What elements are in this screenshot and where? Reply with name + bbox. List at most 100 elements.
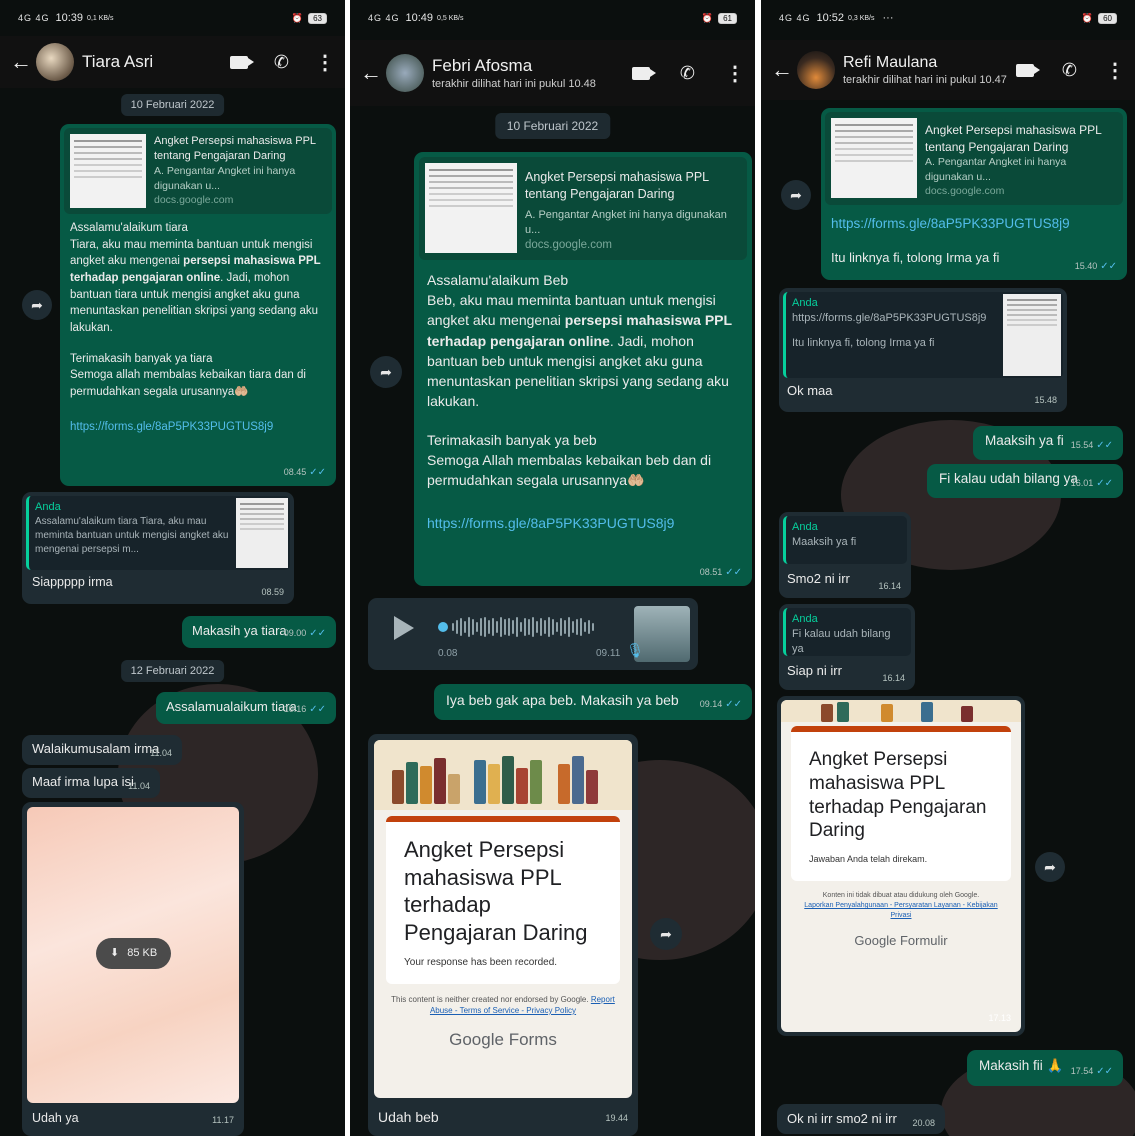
menu-dots-icon[interactable]: ⋮	[315, 50, 335, 75]
download-size: 85 KB	[127, 947, 158, 959]
message-bubble-incoming[interactable]: Anda Fi kalau udah bilang ya Siap ni irr…	[779, 604, 915, 690]
date-separator: 10 Februari 2022	[494, 113, 611, 139]
forward-icon[interactable]: ➦	[1035, 852, 1065, 882]
chat-header: ← Tiara Asri ✆ ⋮	[0, 36, 345, 88]
form-link[interactable]: https://forms.gle/8aP5PK33PUGTUS8j9	[427, 513, 739, 533]
form-confirmation-card: Angket Persepsi mahasiswa PPL terhadap P…	[386, 816, 620, 984]
contact-name[interactable]: Tiara Asri	[82, 52, 153, 72]
message-bubble-outgoing[interactable]: Fi kalau udah bilang ya 16.01 ✓✓	[927, 464, 1123, 498]
phone-call-icon[interactable]: ✆	[1062, 60, 1077, 81]
quote-thumbnail	[1003, 294, 1061, 376]
phone-call-icon[interactable]: ✆	[274, 52, 289, 73]
forward-icon[interactable]: ➦	[650, 918, 682, 950]
quoted-message[interactable]: Anda https://forms.gle/8aP5PK33PUGTUS8j9…	[783, 292, 1063, 378]
link-preview-domain: docs.google.com	[525, 238, 612, 251]
message-time: 15.54	[1070, 440, 1094, 451]
link-preview-thumbnail	[831, 118, 917, 198]
video-call-icon[interactable]	[229, 55, 254, 69]
message-text: Makasih ya tiara	[192, 623, 287, 638]
video-call-icon[interactable]	[631, 66, 656, 80]
message-time: 17.13	[988, 1012, 1011, 1023]
menu-dots-icon[interactable]: ⋮	[725, 61, 745, 86]
form-link[interactable]: https://forms.gle/8aP5PK33PUGTUS8j9	[70, 419, 326, 436]
status-more: ···	[882, 12, 894, 24]
chat-header: ← Febri Afosma terakhir dilihat hari ini…	[350, 40, 755, 106]
message-bubble-outgoing[interactable]: Assalamualaikum tiara 10.16 ✓✓	[156, 692, 336, 724]
message-bubble-incoming[interactable]: Anda Assalamu'alaikum tiara Tiara, aku m…	[22, 492, 294, 604]
voice-message[interactable]: 0.08 09.11 🎙	[368, 598, 698, 670]
forward-icon[interactable]: ➦	[781, 180, 811, 210]
link-preview-domain: docs.google.com	[154, 194, 234, 207]
message-thanks: Terimakasih banyak ya beb	[427, 431, 597, 448]
quote-link: https://forms.gle/8aP5PK33PUGTUS8j9	[792, 312, 987, 325]
form-screenshot[interactable]: Angket Persepsi mahasiswa PPL terhadap P…	[374, 740, 632, 1098]
image-caption: Udah beb	[378, 1109, 439, 1125]
message-time: 15.48	[1034, 394, 1057, 405]
form-footer-text: Konten ini tidak dibuat atau didukung ol…	[822, 892, 980, 900]
back-arrow-icon[interactable]: ←	[771, 57, 793, 83]
video-call-icon[interactable]	[1015, 63, 1040, 77]
message-text: Maaf irma lupa isi	[32, 774, 134, 789]
avatar[interactable]	[386, 54, 424, 92]
battery-indicator: 60	[1098, 12, 1117, 24]
form-link[interactable]: https://forms.gle/8aP5PK33PUGTUS8j9	[825, 205, 1123, 234]
message-bubble-outgoing[interactable]: Angket Persepsi mahasiswa PPL tentang Pe…	[60, 124, 336, 486]
forward-icon[interactable]: ➦	[22, 290, 52, 320]
quoted-message[interactable]: Anda Maaksih ya fi	[783, 516, 907, 564]
chat-panel-febri: 4G 4G 10:49 0,5 KB/s ⏰ 61 ← Febri Afosma …	[350, 0, 755, 1136]
message-time: 20.08	[912, 1117, 935, 1128]
quote-text: Assalamu'alaikum tiara Tiara, aku mau me…	[35, 516, 229, 555]
message-time: 16.01	[1070, 478, 1094, 489]
image-message-bubble[interactable]: Angket Persepsi mahasiswa PPL terhadap P…	[777, 696, 1025, 1036]
image-message-bubble[interactable]: Angket Persepsi mahasiswa PPL terhadap P…	[368, 734, 638, 1136]
forward-icon[interactable]: ➦	[370, 356, 402, 388]
message-time: 17.54	[1070, 1066, 1094, 1077]
message-bubble-incoming[interactable]: Anda https://forms.gle/8aP5PK33PUGTUS8j9…	[779, 288, 1067, 412]
back-arrow-icon[interactable]: ←	[360, 60, 382, 86]
form-confirmation: Your response has been recorded.	[404, 957, 558, 968]
phone-call-icon[interactable]: ✆	[680, 63, 695, 84]
message-bubble-outgoing[interactable]: Makasih ya tiara 09.00 ✓✓	[182, 616, 336, 648]
play-icon[interactable]	[394, 616, 414, 640]
message-bubble-outgoing[interactable]: Angket Persepsi mahasiswa PPL tentang Pe…	[821, 108, 1127, 280]
message-time: 08.51	[699, 567, 723, 578]
message-bubble-outgoing[interactable]: Iya beb gak apa beb. Makasih ya beb 09.1…	[434, 684, 752, 720]
link-preview[interactable]: Angket Persepsi mahasiswa PPL tentang Pe…	[825, 112, 1123, 205]
link-preview-title: Angket Persepsi mahasiswa PPL tentang Pe…	[525, 170, 709, 202]
contact-name[interactable]: Febri Afosma	[432, 56, 596, 76]
message-time: 08.45	[283, 467, 307, 478]
quote-author: Anda	[792, 297, 818, 309]
back-arrow-icon[interactable]: ←	[10, 49, 32, 75]
message-bubble-outgoing[interactable]: Makasih fii 🙏 17.54 ✓✓	[967, 1050, 1123, 1086]
status-time: 10:49	[405, 12, 434, 24]
message-bubble-incoming[interactable]: Walaikumusalam irma 11.04	[22, 735, 182, 765]
form-screenshot[interactable]: Angket Persepsi mahasiswa PPL terhadap P…	[781, 700, 1021, 1032]
message-time: 11.04	[128, 780, 150, 791]
link-preview[interactable]: Angket Persepsi mahasiswa PPL tentang Pe…	[419, 157, 747, 260]
contact-name[interactable]: Refi Maulana	[843, 54, 1007, 72]
message-text: Walaikumusalam irma	[32, 741, 160, 756]
link-preview[interactable]: Angket Persepsi mahasiswa PPL tentang Pe…	[64, 128, 332, 214]
read-ticks-icon: ✓✓	[1100, 261, 1117, 273]
battery-indicator: 63	[308, 12, 327, 24]
message-text: Fi kalau udah bilang ya	[939, 471, 1078, 486]
menu-dots-icon[interactable]: ⋮	[1105, 58, 1125, 83]
link-preview-desc: A. Pengantar Angket ini hanya digunakan …	[154, 165, 296, 192]
message-bubble-outgoing[interactable]: Maaksih ya fi 15.54 ✓✓	[973, 426, 1123, 460]
quoted-message[interactable]: Anda Assalamu'alaikum tiara Tiara, aku m…	[26, 496, 290, 570]
playback-slider-handle[interactable]	[438, 622, 448, 632]
quote-text: Maaksih ya fi	[792, 536, 857, 549]
message-bubble-incoming[interactable]: Ok ni irr smo2 ni irr 20.08	[777, 1104, 945, 1134]
avatar[interactable]	[797, 51, 835, 89]
avatar[interactable]	[36, 43, 74, 81]
image-message-bubble[interactable]: ⬇ 85 KB Udah ya 11.17	[22, 802, 244, 1136]
message-bubble-incoming[interactable]: Anda Maaksih ya fi Smo2 ni irr 16.14	[779, 512, 911, 598]
message-bubble-incoming[interactable]: Maaf irma lupa isi 11.04	[22, 768, 160, 798]
date-separator: 10 Februari 2022	[120, 94, 225, 116]
download-button[interactable]: ⬇ 85 KB	[96, 938, 172, 970]
form-confirmation: Jawaban Anda telah direkam.	[809, 854, 928, 864]
message-bubble-outgoing[interactable]: Angket Persepsi mahasiswa PPL tentang Pe…	[414, 152, 752, 586]
quoted-message[interactable]: Anda Fi kalau udah bilang ya	[783, 608, 911, 656]
read-ticks-icon: ✓✓	[309, 628, 326, 640]
read-ticks-icon: ✓✓	[725, 699, 742, 711]
